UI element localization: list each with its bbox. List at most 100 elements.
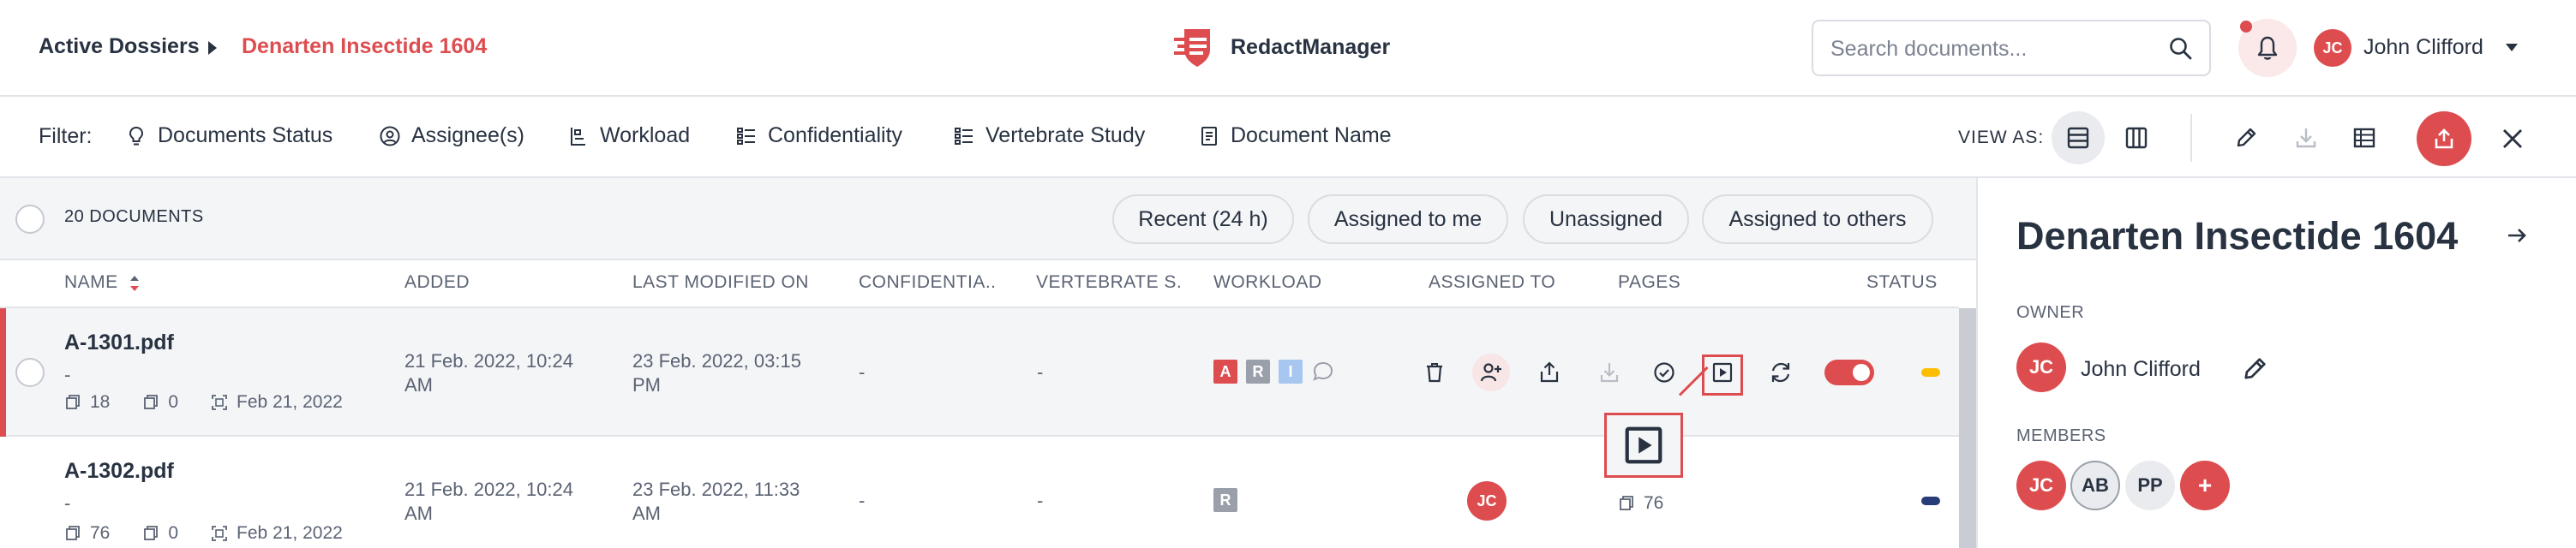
assignee-avatar[interactable]: JC <box>1467 481 1507 521</box>
notification-dot <box>2240 21 2252 33</box>
file-name[interactable]: A-1301.pdf <box>64 331 174 355</box>
brand-logo[interactable]: RedactManager <box>1172 24 1390 70</box>
excluded-pages-icon <box>144 526 159 540</box>
member-avatar[interactable]: PP <box>2125 461 2175 510</box>
close-icon <box>2503 129 2522 148</box>
download-file-button[interactable] <box>1591 354 1628 391</box>
top-bar: Active Dossiers Denarten Insectide 1604 … <box>0 0 2576 97</box>
brand-name: RedactManager <box>1231 34 1391 59</box>
board-view-button[interactable] <box>2110 111 2163 164</box>
scrollbar[interactable] <box>1959 308 1976 548</box>
add-user-icon <box>1480 363 1501 382</box>
added-date: 21 Feb. 2022, 10:24 AM <box>404 479 573 524</box>
add-member-button[interactable]: + <box>2180 461 2230 510</box>
pages-cell: 76 <box>1618 493 1663 514</box>
edit-dossier-button[interactable] <box>2220 111 2273 164</box>
delete-button[interactable] <box>1416 354 1453 391</box>
member-avatar[interactable]: AB <box>2070 461 2120 510</box>
search-icon[interactable] <box>2168 36 2194 62</box>
comment-icon <box>1313 361 1333 381</box>
breadcrumb-root[interactable]: Active Dossiers <box>39 34 200 59</box>
refresh-icon <box>1771 362 1790 383</box>
pages-icon <box>66 526 80 540</box>
filter-document-name[interactable]: Document Name <box>1198 123 1392 148</box>
quick-filter-assigned-to-me[interactable]: Assigned to me <box>1308 194 1508 244</box>
excluded-count: 0 <box>168 392 179 412</box>
assign-user-button[interactable] <box>1472 354 1510 391</box>
approve-button[interactable] <box>1645 354 1683 391</box>
user-avatar[interactable]: JC <box>2314 29 2351 67</box>
upload-button[interactable] <box>2417 111 2471 166</box>
vertebrate-value: - <box>1037 361 1044 383</box>
filter-label-text: Workload <box>600 123 691 147</box>
pencil-icon[interactable] <box>2240 354 2269 384</box>
column-header-workload[interactable]: WORKLOAD <box>1213 272 1322 293</box>
table-icon <box>2353 128 2375 148</box>
status-indicator <box>1921 368 1940 377</box>
chevron-down-icon[interactable] <box>2506 44 2518 51</box>
workload-icon <box>571 127 585 146</box>
breadcrumb-separator-icon <box>208 41 217 55</box>
filter-documents-status[interactable]: Documents Status <box>125 123 332 148</box>
download-button[interactable] <box>2279 111 2333 164</box>
added-date: 21 Feb. 2022, 10:24 AM <box>404 350 573 396</box>
filter-bar: Filter: Documents Status Assignee(s) Wor… <box>0 97 2576 178</box>
column-header-added[interactable]: ADDED <box>404 272 470 293</box>
pencil-icon <box>2237 128 2256 147</box>
trash-icon <box>1427 363 1442 383</box>
upload-icon <box>2435 128 2453 149</box>
select-all-checkbox[interactable] <box>15 205 45 234</box>
file-name[interactable]: A-1302.pdf <box>64 459 174 484</box>
column-header-status[interactable]: STATUS <box>1866 272 1938 293</box>
view-as-label: VIEW AS: <box>1958 128 2045 147</box>
scan-date-icon <box>212 526 227 541</box>
modified-date: 23 Feb. 2022, 11:33 AM <box>632 479 800 524</box>
filter-workload[interactable]: Workload <box>567 123 690 148</box>
active-toggle[interactable] <box>1824 360 1874 385</box>
column-header-last-modified[interactable]: LAST MODIFIED ON <box>632 272 809 293</box>
lightbulb-icon <box>129 126 144 145</box>
column-header-name[interactable]: NAME <box>64 272 118 293</box>
column-header-vertebrate-study[interactable]: VERTEBRATE S... <box>1036 272 1182 293</box>
quick-filter-recent[interactable]: Recent (24 h) <box>1112 194 1294 244</box>
pages-icon <box>66 395 80 409</box>
quick-filter-unassigned[interactable]: Unassigned <box>1523 194 1689 244</box>
file-meta: 18 0 Feb 21, 2022 <box>64 392 343 413</box>
breadcrumb-current[interactable]: Denarten Insectide 1604 <box>242 34 487 59</box>
reanalyze-button[interactable] <box>1762 354 1800 391</box>
filter-assignees[interactable]: Assignee(s) <box>379 123 524 148</box>
page-count: 18 <box>90 392 111 412</box>
member-avatar[interactable]: JC <box>2016 461 2066 510</box>
download-icon <box>2296 128 2316 148</box>
row-checkbox[interactable] <box>15 358 45 387</box>
close-button[interactable] <box>2485 111 2540 166</box>
list-view-button[interactable] <box>2052 111 2105 164</box>
excluded-count: 0 <box>168 523 179 543</box>
search-input[interactable] <box>1830 33 2156 64</box>
user-circle-icon <box>380 126 400 146</box>
user-name[interactable]: John Clifford <box>2363 35 2483 60</box>
arrow-right-icon[interactable] <box>2504 223 2530 248</box>
columns-view-icon <box>2125 127 2148 149</box>
filter-label-text: Document Name <box>1231 123 1392 147</box>
export-button[interactable] <box>1531 354 1568 391</box>
toolbar-divider <box>2190 114 2192 162</box>
owner-avatar: JC <box>2016 342 2066 392</box>
pages-icon <box>1620 496 1633 510</box>
quick-filter-assigned-to-others[interactable]: Assigned to others <box>1702 194 1933 244</box>
play-square-icon <box>1625 426 1662 464</box>
spreadsheet-button[interactable] <box>2338 111 2391 164</box>
scan-date-icon <box>212 395 227 410</box>
filter-vertebrate-study[interactable]: Vertebrate Study <box>953 123 1145 148</box>
column-header-confidentiality[interactable]: CONFIDENTIA... <box>859 272 996 293</box>
redact-logo-icon <box>1174 29 1210 67</box>
column-header-assigned-to[interactable]: ASSIGNED TO <box>1429 272 1555 293</box>
search-box[interactable] <box>1812 20 2211 76</box>
modified-date: 23 Feb. 2022, 03:15 PM <box>632 350 801 396</box>
page-count: 76 <box>1644 493 1664 513</box>
column-header-pages[interactable]: PAGES <box>1618 272 1680 293</box>
sort-icon[interactable] <box>129 272 141 295</box>
owner-name: John Clifford <box>2081 357 2201 381</box>
file-meta: 76 0 Feb 21, 2022 <box>64 523 343 544</box>
filter-confidentiality[interactable]: Confidentiality <box>735 123 902 148</box>
